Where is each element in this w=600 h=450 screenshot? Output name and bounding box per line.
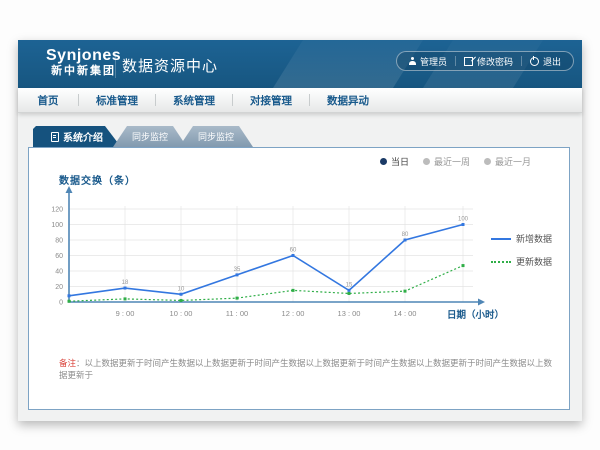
svg-text:0: 0 bbox=[59, 300, 63, 307]
svg-text:40: 40 bbox=[55, 269, 63, 276]
radio-last-week[interactable]: 最近一周 bbox=[423, 155, 470, 168]
legend-item-updated-data: 更新数据 bbox=[491, 255, 552, 268]
nav-item-home[interactable]: 首页 bbox=[18, 93, 78, 108]
app-header: Synjones 新中新集团 数据资源中心 管理员 修改密码 退出 bbox=[18, 40, 582, 88]
svg-text:日期（小时）: 日期（小时） bbox=[447, 309, 504, 321]
logout-label: 退出 bbox=[543, 55, 561, 68]
line-chart: 0 20 40 60 80 100 120 9 : 00 10 : 00 11 : 00 12 : … bbox=[39, 184, 559, 326]
radio-dot-icon bbox=[380, 158, 387, 165]
note-text: ：以上数据更新于时间产生数据以上数据更新于时间产生数据以上数据更新于时间产生数据… bbox=[59, 358, 552, 380]
svg-text:12 : 00: 12 : 00 bbox=[282, 309, 305, 318]
admin-user-label: 管理员 bbox=[420, 55, 447, 68]
tab-label: 系统介绍 bbox=[63, 129, 103, 144]
svg-text:13 : 00: 13 : 00 bbox=[338, 309, 361, 318]
content-panel: 当日 最近一周 最近一月 数据交换（条） 0204060801001209 : … bbox=[28, 147, 570, 410]
header-divider bbox=[115, 52, 116, 78]
page-title: 数据资源中心 bbox=[122, 55, 218, 76]
svg-text:100: 100 bbox=[458, 217, 469, 223]
radio-last-month[interactable]: 最近一月 bbox=[484, 155, 531, 168]
power-icon bbox=[530, 57, 539, 66]
svg-text:10 : 00: 10 : 00 bbox=[170, 309, 193, 318]
user-toolbar: 管理员 修改密码 退出 bbox=[396, 51, 574, 71]
change-password-button[interactable]: 修改密码 bbox=[456, 55, 521, 68]
tab-label: 同步监控 bbox=[132, 130, 168, 143]
svg-text:14 : 00: 14 : 00 bbox=[394, 309, 417, 318]
tab-system-intro[interactable]: 系统介绍 bbox=[33, 126, 121, 147]
nav-item-data-change[interactable]: 数据异动 bbox=[310, 93, 386, 108]
footer-note: 备注：以上数据更新于时间产生数据以上数据更新于时间产生数据以上数据更新于时间产生… bbox=[59, 358, 553, 382]
tab-sync-monitor-2[interactable]: 同步监控 bbox=[179, 126, 253, 147]
legend-label: 更新数据 bbox=[516, 255, 552, 268]
svg-text:11 : 00: 11 : 00 bbox=[226, 309, 248, 318]
svg-text:80: 80 bbox=[55, 238, 63, 245]
change-password-label: 修改密码 bbox=[477, 55, 513, 68]
svg-text:20: 20 bbox=[55, 284, 63, 291]
main-nav: 首页 标准管理 系统管理 对接管理 数据异动 bbox=[18, 88, 582, 113]
radio-label: 最近一周 bbox=[434, 155, 470, 168]
radio-label: 当日 bbox=[391, 155, 409, 168]
company-logo: Synjones 新中新集团 bbox=[46, 47, 121, 77]
svg-text:120: 120 bbox=[51, 207, 63, 214]
svg-text:35: 35 bbox=[234, 267, 241, 273]
user-icon bbox=[409, 57, 416, 65]
radio-dot-icon bbox=[423, 158, 430, 165]
svg-text:18: 18 bbox=[122, 280, 129, 286]
radio-today[interactable]: 当日 bbox=[380, 155, 409, 168]
svg-text:15: 15 bbox=[346, 282, 353, 288]
chart-legend: 新增数据 更新数据 bbox=[491, 232, 552, 268]
logout-button[interactable]: 退出 bbox=[522, 55, 569, 68]
svg-text:60: 60 bbox=[55, 253, 63, 260]
chart-area: 0 20 40 60 80 100 120 9 : 00 10 : 00 11 : 00 12 : … bbox=[39, 184, 559, 326]
nav-item-system-mgmt[interactable]: 系统管理 bbox=[156, 93, 232, 108]
radio-label: 最近一月 bbox=[495, 155, 531, 168]
legend-label: 新增数据 bbox=[516, 232, 552, 245]
admin-user-button[interactable]: 管理员 bbox=[401, 55, 455, 68]
edit-icon bbox=[464, 57, 473, 66]
tab-sync-monitor-1[interactable]: 同步监控 bbox=[113, 126, 187, 147]
radio-dot-icon bbox=[484, 158, 491, 165]
svg-text:100: 100 bbox=[51, 222, 63, 229]
tab-bar: 系统介绍 同步监控 同步监控 bbox=[33, 126, 253, 147]
svg-text:10: 10 bbox=[178, 286, 185, 292]
svg-text:60: 60 bbox=[290, 248, 297, 254]
app-window: Synjones 新中新集团 数据资源中心 管理员 修改密码 退出 首页 标准管 bbox=[18, 40, 582, 421]
tab-label: 同步监控 bbox=[198, 130, 234, 143]
nav-item-interface-mgmt[interactable]: 对接管理 bbox=[233, 93, 309, 108]
svg-text:80: 80 bbox=[402, 232, 409, 238]
nav-item-standard-mgmt[interactable]: 标准管理 bbox=[79, 93, 155, 108]
svg-text:9 : 00: 9 : 00 bbox=[116, 309, 135, 318]
logo-text-cn: 新中新集团 bbox=[46, 65, 121, 77]
document-icon bbox=[51, 132, 59, 142]
time-range-radio-group: 当日 最近一周 最近一月 bbox=[380, 155, 531, 168]
dotted-line-icon bbox=[491, 261, 511, 263]
solid-line-icon bbox=[491, 238, 511, 240]
legend-item-new-data: 新增数据 bbox=[491, 232, 552, 245]
logo-text-en: Synjones bbox=[46, 47, 121, 65]
note-label: 备注 bbox=[59, 358, 76, 368]
